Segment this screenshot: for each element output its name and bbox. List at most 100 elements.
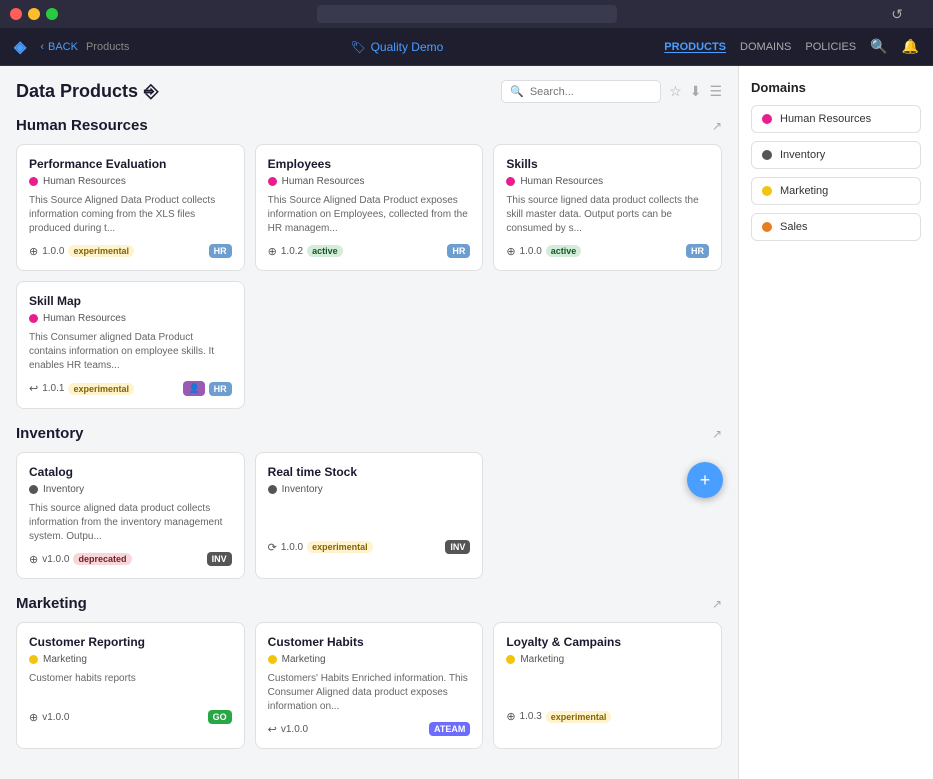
version-number: 1.0.2 xyxy=(281,246,303,257)
version-icon: ⊕ xyxy=(506,710,515,723)
performance-evaluation-card[interactable]: Performance Evaluation Human Resources T… xyxy=(16,144,245,271)
card-title: Customer Habits xyxy=(268,635,471,649)
sidebar-item-human-resources[interactable]: Human Resources xyxy=(751,105,921,133)
card-version: ↩ v1.0.0 xyxy=(268,723,308,736)
status-badge: experimental xyxy=(68,245,134,257)
loyalty-campains-card[interactable]: Loyalty & Campains Marketing ⊕ 1.0.3 exp… xyxy=(493,622,722,749)
version-icon: ↩ xyxy=(268,723,277,736)
page-header: Data Products ⎆ 🔍 ☆ ⬇ ☰ xyxy=(16,80,722,103)
card-version: ⊕ 1.0.0 experimental xyxy=(29,245,134,258)
policies-nav-link[interactable]: POLICIES xyxy=(805,41,856,53)
marketing-section: Marketing ↗ Customer Reporting Marketing… xyxy=(16,595,722,749)
customer-reporting-card[interactable]: Customer Reporting Marketing Customer ha… xyxy=(16,622,245,749)
page-title: Data Products ⎆ xyxy=(16,81,158,102)
version-icon: ⊕ xyxy=(29,553,38,566)
page-title-icon: ⎆ xyxy=(144,81,158,102)
star-icon[interactable]: ☆ xyxy=(669,83,682,100)
download-icon[interactable]: ⬇ xyxy=(690,83,702,100)
customer-habits-card[interactable]: Customer Habits Marketing Customers' Hab… xyxy=(255,622,484,749)
close-button[interactable] xyxy=(10,8,22,20)
nav-logo: ◈ xyxy=(14,37,26,57)
url-bar[interactable] xyxy=(317,5,617,23)
sidebar-item-label: Human Resources xyxy=(780,113,871,125)
marketing-external-link[interactable]: ↗ xyxy=(712,597,722,611)
domain-label: Inventory xyxy=(43,484,84,495)
card-footer: ⊕ 1.0.0 active HR xyxy=(506,244,709,258)
sidebar-item-label: Inventory xyxy=(780,149,825,161)
app-body: Data Products ⎆ 🔍 ☆ ⬇ ☰ Human Resources … xyxy=(0,66,933,779)
maximize-button[interactable] xyxy=(46,8,58,20)
fab-button[interactable]: + xyxy=(687,462,723,498)
app-icon: 🏷 xyxy=(350,40,365,54)
card-desc: This source ligned data product collects… xyxy=(506,194,709,236)
search-input[interactable] xyxy=(530,86,652,98)
human-resources-section: Human Resources ↗ Performance Evaluation… xyxy=(16,117,722,409)
status-badge: experimental xyxy=(307,541,373,553)
version-icon: ⟳ xyxy=(268,541,277,554)
team-badge: GO xyxy=(208,710,232,724)
version-icon: ⊕ xyxy=(268,245,277,258)
breadcrumb: Products xyxy=(86,41,129,53)
domain-dot xyxy=(506,655,515,664)
status-badge: active xyxy=(307,245,343,257)
card-domain: Inventory xyxy=(29,484,232,495)
back-label: BACK xyxy=(48,41,78,53)
card-domain: Human Resources xyxy=(29,313,232,324)
card-footer: ↩ 1.0.1 experimental 👤 HR xyxy=(29,381,232,396)
inventory-external-link[interactable]: ↗ xyxy=(712,427,722,441)
version-icon: ⊕ xyxy=(29,711,38,724)
domain-label: Human Resources xyxy=(43,176,126,187)
domain-label: Human Resources xyxy=(520,176,603,187)
card-desc xyxy=(268,502,471,532)
domain-dot xyxy=(762,222,772,232)
window-controls xyxy=(10,8,58,20)
team-badge: HR xyxy=(209,244,232,258)
card-title: Customer Reporting xyxy=(29,635,232,649)
version-number: v1.0.0 xyxy=(42,712,69,723)
sidebar-item-marketing[interactable]: Marketing xyxy=(751,177,921,205)
domain-label: Marketing xyxy=(282,654,326,665)
domain-dot xyxy=(506,177,515,186)
sidebar-item-label: Marketing xyxy=(780,185,828,197)
domain-dot xyxy=(762,186,772,196)
domain-dot xyxy=(29,655,38,664)
search-nav-icon[interactable]: 🔍 xyxy=(870,38,887,55)
minimize-button[interactable] xyxy=(28,8,40,20)
marketing-title: Marketing xyxy=(16,595,87,612)
back-button[interactable]: ‹ BACK xyxy=(40,41,78,53)
domains-nav-link[interactable]: DOMAINS xyxy=(740,41,791,53)
card-domain: Marketing xyxy=(268,654,471,665)
domain-dot xyxy=(762,150,772,160)
card-desc: This source aligned data product collect… xyxy=(29,502,232,544)
domain-label: Marketing xyxy=(520,654,564,665)
catalog-card[interactable]: Catalog Inventory This source aligned da… xyxy=(16,452,245,579)
real-time-stock-card[interactable]: Real time Stock Inventory ⟳ 1.0.0 experi… xyxy=(255,452,484,579)
card-footer: ⊕ v1.0.0 GO xyxy=(29,710,232,724)
skills-card[interactable]: Skills Human Resources This source ligne… xyxy=(493,144,722,271)
status-badge: experimental xyxy=(68,383,134,395)
card-title: Real time Stock xyxy=(268,465,471,479)
human-resources-external-link[interactable]: ↗ xyxy=(712,119,722,133)
search-icon: 🔍 xyxy=(510,85,524,98)
nav-bar: ◈ ‹ BACK Products 🏷 Quality Demo PRODUCT… xyxy=(0,28,933,66)
status-badge: experimental xyxy=(546,711,612,723)
sidebar-item-inventory[interactable]: Inventory xyxy=(751,141,921,169)
skill-map-card[interactable]: Skill Map Human Resources This Consumer … xyxy=(16,281,245,409)
nav-right: PRODUCTS DOMAINS POLICIES 🔍 🔔 xyxy=(664,38,919,55)
version-icon: ⊕ xyxy=(506,245,515,258)
card-version: ⊕ 1.0.2 active xyxy=(268,245,343,258)
products-nav-link[interactable]: PRODUCTS xyxy=(664,41,726,53)
team-badge: INV xyxy=(207,552,232,566)
reload-icon[interactable]: ↺ xyxy=(891,6,903,23)
card-version: ⊕ 1.0.0 active xyxy=(506,245,581,258)
card-domain: Marketing xyxy=(29,654,232,665)
bell-icon[interactable]: 🔔 xyxy=(902,38,919,55)
sidebar-item-sales[interactable]: Sales xyxy=(751,213,921,241)
status-badge: active xyxy=(546,245,582,257)
card-version: ⊕ v1.0.0 xyxy=(29,711,69,724)
card-title: Loyalty & Campains xyxy=(506,635,709,649)
employees-card[interactable]: Employees Human Resources This Source Al… xyxy=(255,144,484,271)
filter-icon[interactable]: ☰ xyxy=(709,83,722,100)
domain-label: Marketing xyxy=(43,654,87,665)
card-desc: Customer habits reports xyxy=(29,672,232,702)
